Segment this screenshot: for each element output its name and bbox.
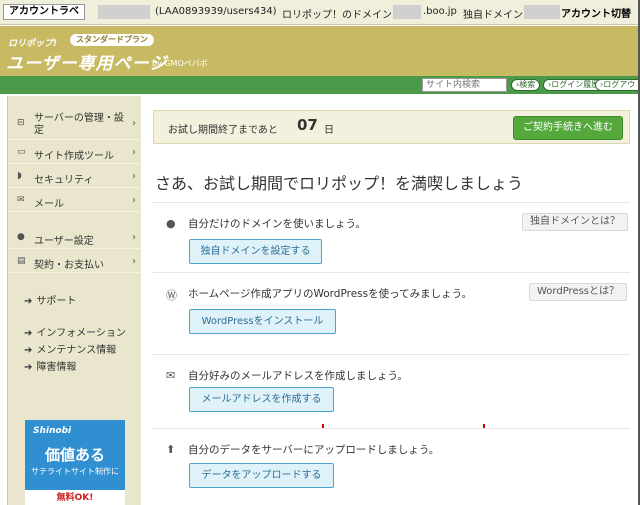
chevron-right-icon: › bbox=[132, 232, 136, 243]
card-text: 自分だけのドメインを使いましょう。 bbox=[188, 218, 366, 230]
sidebar-link-label: サポート bbox=[36, 296, 77, 307]
arrow-right-icon: ➔ bbox=[24, 345, 33, 356]
sidebar-item-mail[interactable]: ✉ メール › bbox=[8, 190, 142, 212]
card-text: 自分のデータをサーバーにアップロードしましょう。 bbox=[188, 444, 440, 456]
server-icon: ⊟ bbox=[17, 118, 25, 128]
sidebar-item-label: 契約・お支払い bbox=[34, 260, 104, 271]
contract-button[interactable]: ご契約手続きへ進む bbox=[513, 116, 623, 140]
monitor-icon: ▭ bbox=[17, 147, 26, 157]
sidebar-item-contract[interactable]: ▤ 契約・お支払い › bbox=[8, 251, 142, 273]
arrow-right-icon: ➔ bbox=[24, 328, 33, 339]
card-upload: ⬆ 自分のデータをサーバーにアップロードしましょう。 データをアップロードする bbox=[153, 428, 630, 505]
main-content: お試し期間終了まであと 07 日 ご契約手続きへ進む さあ、お試し期間でロリポッ… bbox=[141, 96, 640, 505]
sidebar: ⊟ サーバーの管理・設定 › ▭ サイト作成ツール › ◗ セキュリティ › ✉… bbox=[7, 96, 142, 505]
upload-data-button[interactable]: データをアップロードする bbox=[189, 463, 334, 488]
logout-label: ログアウト bbox=[603, 80, 640, 89]
logout-button[interactable]: ›ログアウト bbox=[595, 79, 640, 91]
set-domain-button[interactable]: 独自ドメインを設定する bbox=[189, 239, 322, 264]
toolbar: ›検索 ›ログイン履歴 ›ログアウト bbox=[0, 76, 640, 94]
wordpress-help-button[interactable]: WordPressとは？ bbox=[529, 283, 628, 301]
trial-days-remaining: 07 bbox=[297, 116, 318, 134]
sidebar-link-support[interactable]: ➔ サポート bbox=[24, 292, 76, 307]
card-text: 自分好みのメールアドレスを作成しましょう。 bbox=[188, 370, 408, 382]
site-search-input[interactable] bbox=[422, 78, 507, 92]
chevron-right-icon: › bbox=[132, 256, 136, 267]
header: ロリポップ! スタンダードプラン ユーザー専用ページ by GMOペパボ bbox=[0, 26, 640, 76]
sidebar-item-security[interactable]: ◗ セキュリティ › bbox=[8, 166, 142, 188]
domain-suffix: .boo.jp bbox=[423, 6, 457, 17]
card-text: ホームページ作成アプリのWordPressを使ってみましょう。 bbox=[188, 288, 472, 300]
card-mail: ✉ 自分好みのメールアドレスを作成しましょう。 メールアドレスを作成する bbox=[153, 354, 630, 424]
arrow-right-icon: ➔ bbox=[24, 296, 33, 307]
trial-label: お試し期間終了まであと bbox=[168, 125, 278, 136]
banner-bottom: 無料OK! bbox=[25, 490, 125, 505]
wordpress-icon: Ⓦ bbox=[166, 289, 177, 302]
install-wordpress-button[interactable]: WordPressをインストール bbox=[189, 309, 336, 334]
account-switch-link[interactable]: アカウント切替 bbox=[561, 5, 631, 20]
mail-icon: ✉ bbox=[17, 195, 25, 205]
trial-days-unit: 日 bbox=[324, 125, 334, 136]
banner-title: 価値ある bbox=[44, 446, 105, 464]
arrow-right-icon: ➔ bbox=[24, 362, 33, 373]
upload-icon: ⬆ bbox=[166, 443, 176, 456]
card-domain: ● 自分だけのドメインを使いましょう。 独自ドメインとは？ 独自ドメインを設定す… bbox=[153, 202, 630, 270]
page-headline: さあ、お試し期間でロリポップ！を満喫しましょう bbox=[155, 174, 524, 193]
trial-status-box: お試し期間終了まであと 07 日 ご契約手続きへ進む bbox=[153, 110, 630, 144]
own-domain-label: 独自ドメイン bbox=[463, 10, 523, 21]
domain-label: ロリポップ！のドメイン bbox=[282, 10, 392, 21]
logo-gmo: by GMOペパボ bbox=[152, 59, 208, 68]
banner-logo: Shinobi bbox=[33, 426, 72, 436]
sidebar-item-label: サイト作成ツール bbox=[34, 151, 114, 162]
logo-title[interactable]: ユーザー専用ページ bbox=[6, 49, 167, 74]
account-bar: アカウントラベ (LAA0893939/users434) ロリポップ！のドメイ… bbox=[0, 0, 640, 25]
sidebar-link-label: メンテナンス情報 bbox=[36, 345, 117, 356]
chevron-right-icon: › bbox=[132, 195, 136, 206]
plan-badge: スタンダードプラン bbox=[70, 34, 154, 46]
search-button-label: 検索 bbox=[519, 80, 536, 89]
account-path: (LAA0893939/users434) bbox=[155, 6, 277, 17]
masked-account-name bbox=[98, 5, 150, 19]
chevron-right-icon: › bbox=[132, 147, 136, 158]
sidebar-item-label: サーバーの管理・設定 bbox=[34, 113, 124, 136]
card-wordpress: Ⓦ ホームページ作成アプリのWordPressを使ってみましょう。 WordPr… bbox=[153, 272, 630, 352]
banner-subtitle: サテライトサイト制作に bbox=[31, 467, 119, 476]
sidebar-item-site-tools[interactable]: ▭ サイト作成ツール › bbox=[8, 142, 142, 164]
masked-domain bbox=[393, 5, 421, 19]
search-button[interactable]: ›検索 bbox=[511, 79, 541, 91]
domain-help-button[interactable]: 独自ドメインとは？ bbox=[522, 213, 628, 231]
sidebar-link-label: 障害情報 bbox=[36, 362, 77, 373]
shinobi-banner[interactable]: Shinobi 価値ある サテライトサイト制作に 無料OK! bbox=[25, 420, 125, 505]
envelope-icon: ✉ bbox=[166, 369, 176, 382]
sidebar-item-server[interactable]: ⊟ サーバーの管理・設定 › bbox=[8, 110, 142, 140]
sidebar-link-information[interactable]: ➔ インフォメーション bbox=[24, 324, 126, 339]
sidebar-item-label: ユーザー設定 bbox=[34, 236, 94, 247]
sidebar-link-outage[interactable]: ➔ 障害情報 bbox=[24, 358, 76, 373]
sidebar-item-label: メール bbox=[34, 199, 64, 210]
masked-own-domain bbox=[524, 5, 560, 19]
chevron-right-icon: › bbox=[132, 118, 136, 129]
sidebar-item-user-settings[interactable]: ● ユーザー設定 › bbox=[8, 227, 142, 249]
create-mail-button[interactable]: メールアドレスを作成する bbox=[189, 387, 334, 412]
globe-icon: ● bbox=[166, 217, 176, 230]
sidebar-item-label: セキュリティ bbox=[34, 175, 94, 186]
user-icon: ● bbox=[17, 232, 25, 242]
chevron-right-icon: › bbox=[132, 171, 136, 182]
account-label-tag: アカウントラベ bbox=[3, 4, 85, 20]
login-history-label: ログイン履歴 bbox=[551, 80, 600, 89]
logo-brand[interactable]: ロリポップ! bbox=[8, 36, 57, 49]
card-icon: ▤ bbox=[17, 256, 26, 266]
shield-icon: ◗ bbox=[17, 171, 22, 181]
sidebar-link-label: インフォメーション bbox=[36, 328, 126, 339]
sidebar-link-maintenance[interactable]: ➔ メンテナンス情報 bbox=[24, 341, 116, 356]
